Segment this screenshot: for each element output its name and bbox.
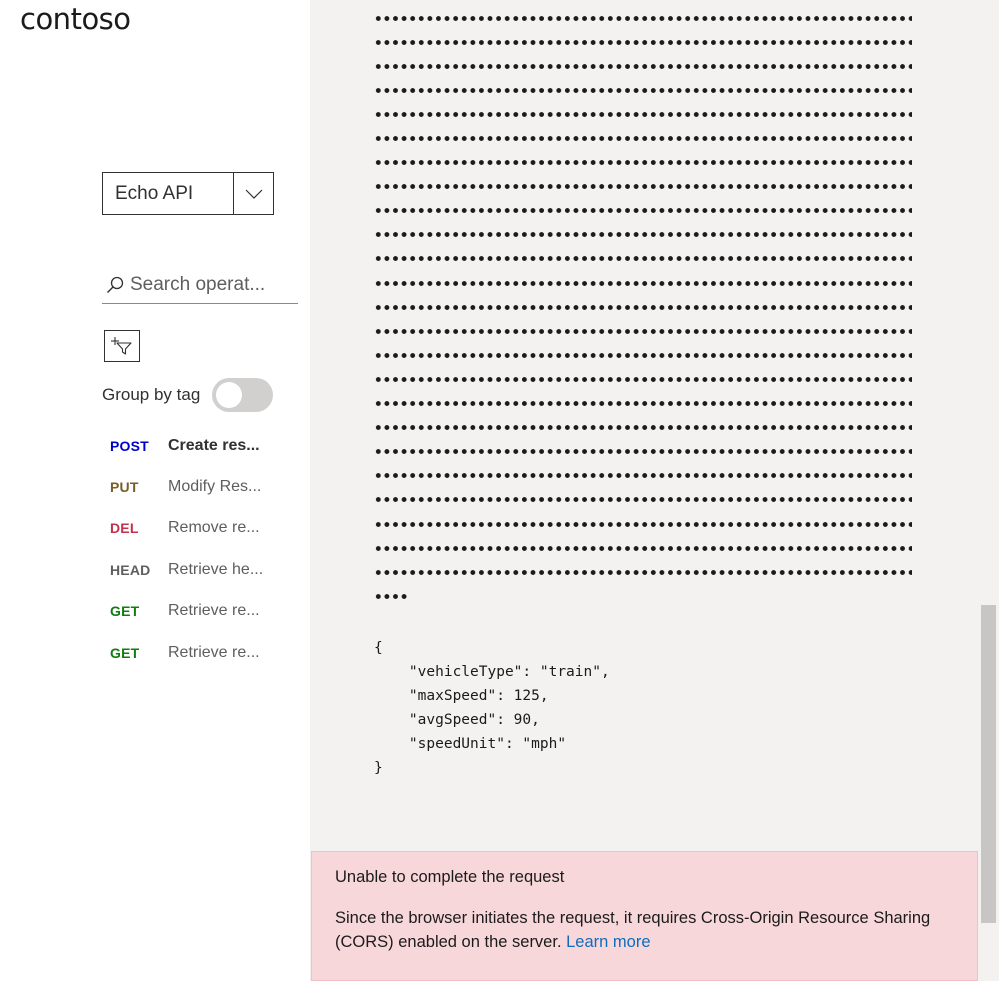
operation-item[interactable]: PUT Modify Res... (110, 466, 300, 507)
operation-item[interactable]: POST Create res... (110, 425, 300, 466)
contoso-logo[interactable]: contoso (20, 2, 131, 36)
learn-more-link[interactable]: Learn more (566, 933, 650, 951)
toggle-knob (216, 382, 242, 408)
search-icon (102, 276, 126, 294)
masked-row (374, 78, 919, 102)
masked-row (374, 151, 919, 175)
masked-row (374, 488, 919, 512)
operation-search (102, 266, 298, 304)
api-selector-value: Echo API (115, 183, 194, 204)
masked-row (374, 343, 919, 367)
api-selector-toggle-button[interactable] (233, 173, 273, 214)
masked-row (374, 54, 919, 78)
masked-row (374, 392, 919, 416)
method-badge: POST (110, 437, 149, 454)
group-by-tag-toggle[interactable] (212, 378, 273, 412)
operation-item[interactable]: GET Retrieve re... (110, 632, 300, 673)
method-badge: PUT (110, 479, 139, 496)
group-by-tag-row: Group by tag (102, 378, 274, 412)
operation-item[interactable]: DEL Remove re... (110, 508, 300, 549)
masked-row (374, 223, 919, 247)
chevron-down-icon (245, 189, 262, 199)
masked-row (374, 319, 919, 343)
masked-row (374, 30, 919, 54)
masked-row (374, 536, 919, 560)
masked-row (374, 367, 919, 391)
method-badge: HEAD (110, 561, 151, 578)
masked-row (374, 464, 919, 488)
masked-row (374, 295, 919, 319)
masked-row (374, 126, 919, 150)
search-input[interactable] (130, 273, 295, 296)
error-message: Since the browser initiates the request,… (335, 906, 953, 954)
operation-name: Modify Res... (168, 478, 262, 496)
cors-error-alert: Unable to complete the request Since the… (311, 851, 978, 981)
masked-row (374, 271, 919, 295)
masked-row (374, 102, 919, 126)
scrollbar[interactable] (978, 0, 999, 981)
operation-name: Remove re... (168, 519, 260, 537)
masked-value-block (374, 6, 919, 608)
operation-name: Retrieve he... (168, 560, 264, 578)
method-badge: GET (110, 603, 140, 620)
operation-item[interactable]: GET Retrieve re... (110, 591, 300, 632)
masked-row (374, 175, 919, 199)
operation-name: Retrieve re... (168, 602, 260, 620)
operation-name: Retrieve re... (168, 643, 260, 661)
masked-row (374, 512, 919, 536)
masked-row (374, 199, 919, 223)
operations-list: POST Create res... PUT Modify Res... DEL… (110, 425, 300, 673)
method-badge: DEL (110, 520, 139, 537)
filter-add-icon (111, 337, 132, 355)
sidebar: contoso Echo API Group by tag POST Creat… (0, 0, 310, 981)
masked-row (374, 440, 919, 464)
operation-item[interactable]: HEAD Retrieve he... (110, 549, 300, 590)
request-body-json: { "vehicleType": "train", "maxSpeed": 12… (374, 640, 610, 776)
operation-name: Create res... (168, 436, 260, 454)
method-badge: GET (110, 644, 140, 661)
masked-row (374, 416, 919, 440)
scrollbar-thumb[interactable] (981, 605, 996, 923)
masked-row (374, 247, 919, 271)
group-by-tag-label: Group by tag (102, 385, 201, 404)
masked-row-tail (374, 584, 919, 608)
masked-row (374, 560, 919, 584)
request-panel: { "vehicleType": "train", "maxSpeed": 12… (310, 0, 999, 981)
api-selector-dropdown[interactable]: Echo API (102, 172, 274, 215)
error-title: Unable to complete the request (335, 868, 565, 886)
add-filter-button[interactable] (104, 330, 140, 362)
masked-row (374, 6, 919, 30)
